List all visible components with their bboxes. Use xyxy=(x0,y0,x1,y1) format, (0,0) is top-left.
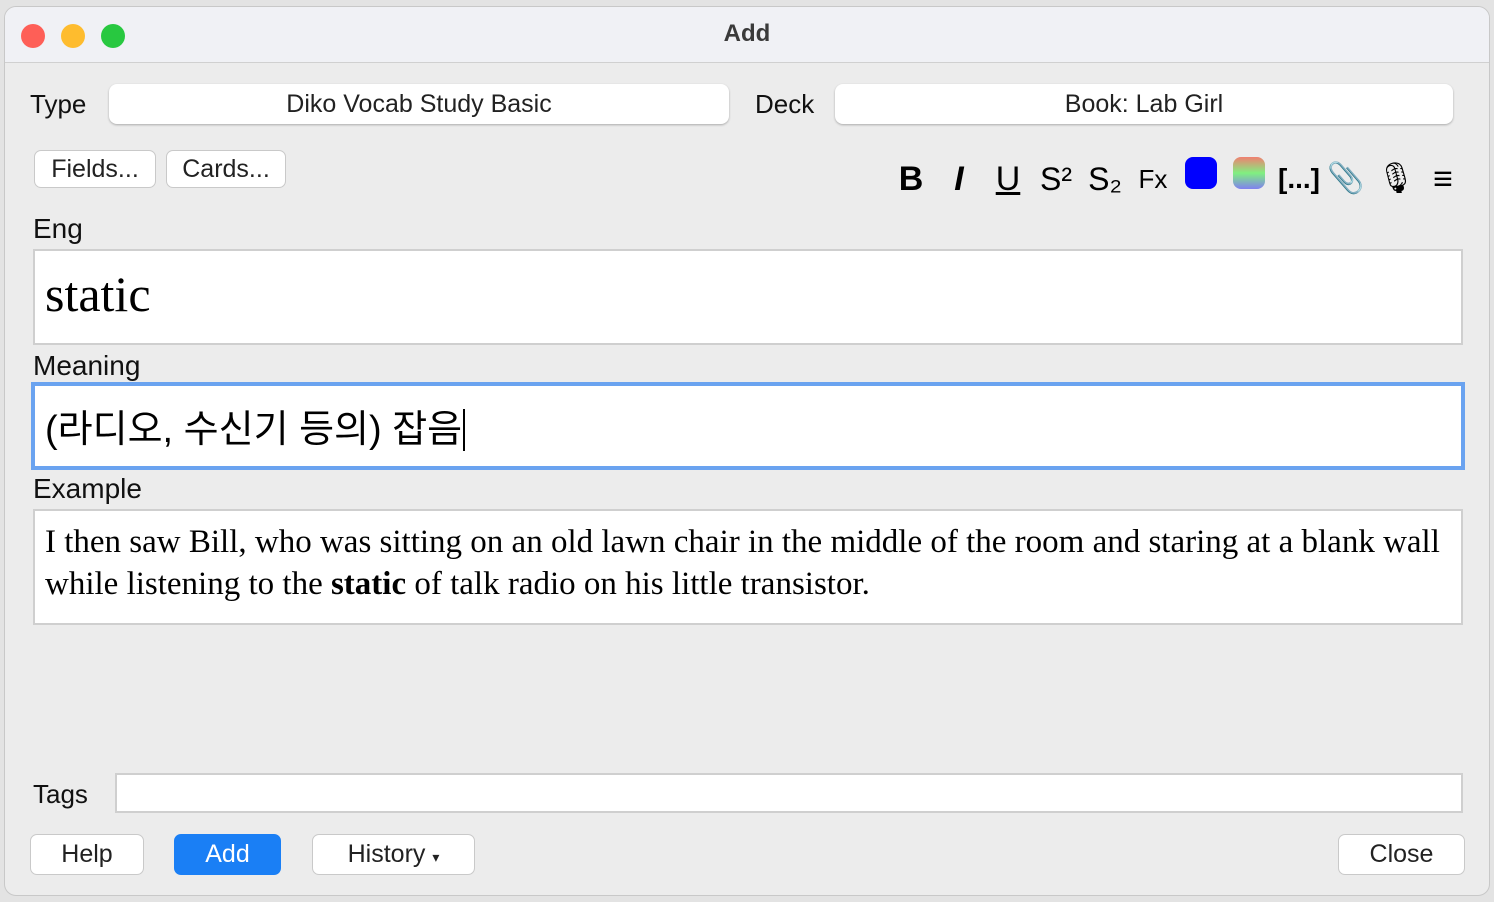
subscript-icon[interactable]: S₂ xyxy=(1087,157,1123,201)
dropdown-arrow-icon: ▾ xyxy=(432,849,440,865)
paperclip-icon[interactable]: 📎 xyxy=(1327,157,1364,201)
window-title: Add xyxy=(723,20,771,47)
cloze-icon[interactable]: [...] xyxy=(1278,157,1320,201)
example-bold-word: static xyxy=(330,566,407,602)
italic-icon[interactable]: I xyxy=(941,157,977,201)
bold-icon[interactable]: B xyxy=(893,157,929,201)
deck-label: Deck xyxy=(755,89,815,119)
highlight-color-icon[interactable] xyxy=(1233,157,1265,189)
meaning-field[interactable]: (라디오, 수신기 등의) 잡음 xyxy=(31,382,1465,470)
history-label: History xyxy=(347,840,426,868)
tags-label: Tags xyxy=(33,779,88,809)
cards-button[interactable]: Cards... xyxy=(166,150,286,188)
text-color-icon[interactable] xyxy=(1185,157,1217,189)
type-label: Type xyxy=(30,89,87,119)
history-button[interactable]: History ▾ xyxy=(312,834,475,875)
note-type-selector[interactable]: Diko Vocab Study Basic xyxy=(109,84,729,124)
meaning-text: (라디오, 수신기 등의) 잡음 xyxy=(45,409,463,451)
add-button[interactable]: Add xyxy=(174,834,281,875)
eng-field[interactable]: static xyxy=(33,249,1463,345)
close-button[interactable]: Close xyxy=(1338,834,1465,875)
help-button[interactable]: Help xyxy=(30,834,144,875)
menu-icon[interactable]: ≡ xyxy=(1425,157,1461,201)
underline-icon[interactable]: U xyxy=(990,157,1026,201)
tags-input[interactable] xyxy=(115,773,1463,813)
superscript-icon[interactable]: S² xyxy=(1038,157,1074,201)
title-bar: Add xyxy=(5,7,1489,63)
microphone-icon[interactable]: 🎙 xyxy=(1377,157,1415,201)
example-field[interactable]: I then saw Bill, who was sitting on an o… xyxy=(33,509,1463,625)
field-label-eng: Eng xyxy=(33,213,83,244)
fields-button[interactable]: Fields... xyxy=(34,150,156,188)
add-window: Add Type Diko Vocab Study Basic Deck Boo… xyxy=(4,6,1490,896)
example-text-end: of talk radio on his little transistor. xyxy=(406,566,870,602)
field-label-meaning: Meaning xyxy=(33,350,141,381)
deck-selector[interactable]: Book: Lab Girl xyxy=(835,84,1453,124)
clear-format-icon[interactable]: Fx xyxy=(1135,157,1171,201)
field-label-example: Example xyxy=(33,473,142,504)
